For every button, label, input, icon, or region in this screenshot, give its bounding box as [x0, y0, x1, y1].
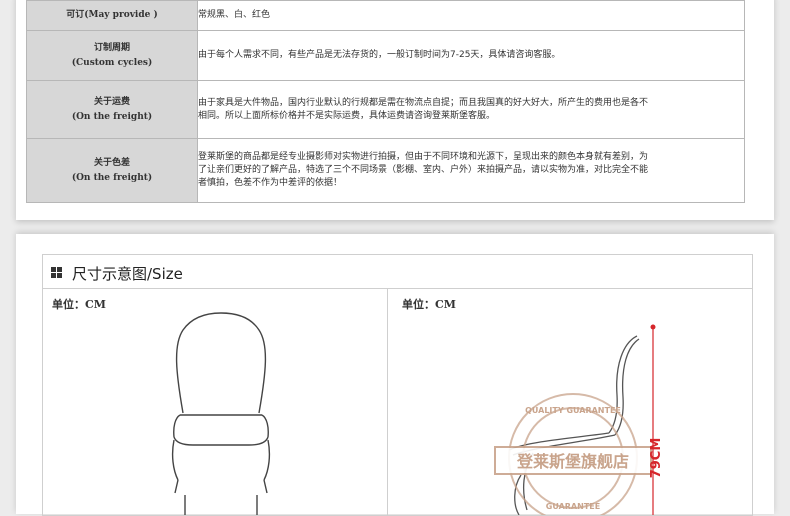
- info-row-custom-cycles: 订制周期 (Custom cycles) 由于每个人需求不同，有些产品是无法存货的…: [26, 30, 745, 81]
- height-label: 79CM: [649, 438, 664, 479]
- label-cn: 关于色差: [93, 157, 130, 168]
- info-row-may-provide: 可订(May provide ) 常规黑、白、红色: [26, 0, 745, 31]
- size-panel: 尺寸示意图/Size 单位：CM 单位：CM 登莱斯堡旗舰店 QUALITY G…: [42, 254, 753, 516]
- row-value: 由于家具是大件物品，国内行业默认的行规都是需在物流点自提；而且我国真的好大好大，…: [197, 80, 745, 139]
- info-row-freight: 关于运费 (On the freight) 由于家具是大件物品，国内行业默认的行规…: [26, 80, 745, 139]
- watermark-ring-bottom: GUARANTEE: [546, 502, 600, 511]
- row-value: 由于每个人需求不同，有些产品是无法存货的，一般订制时间为7-25天，具体请咨询客…: [197, 30, 745, 81]
- watermark-text: 登莱斯堡旗舰店: [516, 452, 629, 471]
- row-label: 订制周期 (Custom cycles): [26, 30, 198, 81]
- label-cn: 关于运费: [93, 96, 130, 107]
- info-row-color-difference: 关于色差 (On the freight) 登莱斯堡的商品都是经专业摄影师对实物进…: [26, 138, 745, 203]
- height-dimension-line: [650, 324, 656, 515]
- value-line: 登莱斯堡的商品都是经专业摄影师对实物进行拍摄，但由于不同环境和光源下，呈现出来的…: [198, 152, 649, 162]
- value-line: 者慎拍，色差不作为中差评的依据！: [198, 178, 343, 188]
- row-label: 可订(May provide ): [26, 0, 198, 31]
- value-line: 常规黑、白、红色: [198, 10, 271, 20]
- value-line: 由于每个人需求不同，有些产品是无法存货的，一般订制时间为7-25天，具体请咨询客…: [198, 50, 561, 60]
- row-value: 登莱斯堡的商品都是经专业摄影师对实物进行拍摄，但由于不同环境和光源下，呈现出来的…: [197, 138, 745, 203]
- row-value: 常规黑、白、红色: [197, 0, 745, 31]
- chair-side-view: [508, 335, 640, 515]
- label-en: (Custom cycles): [71, 57, 153, 68]
- label-en: (May provide ): [84, 10, 158, 20]
- value-line: 了让亲们更好的了解产品，特选了三个不同场景（影棚、室内、户外）来拍摄产品，请以实…: [198, 165, 649, 175]
- label-cn: 可订: [66, 10, 85, 20]
- watermark-ring-top: QUALITY GUARANTEE: [525, 406, 621, 415]
- product-info-table: 可订(May provide ) 常规黑、白、红色 订制周期 (Custom cy…: [26, 0, 745, 203]
- label-en: (On the freight): [71, 111, 153, 122]
- label-cn: 订制周期: [93, 42, 130, 53]
- row-label: 关于运费 (On the freight): [26, 80, 198, 139]
- label-en: (On the freight): [71, 172, 153, 183]
- row-label: 关于色差 (On the freight): [26, 138, 198, 203]
- chair-front-view: [171, 312, 271, 515]
- chair-drawings: 登莱斯堡旗舰店 QUALITY GUARANTEE GUARANTEE 79CM: [171, 312, 664, 515]
- value-line: 由于家具是大件物品，国内行业默认的行规都是需在物流点自提；而且我国真的好大好大，…: [198, 97, 649, 108]
- size-diagram-card: 尺寸示意图/Size 单位：CM 单位：CM 登莱斯堡旗舰店 QUALITY G…: [16, 234, 774, 516]
- value-line: 相同。所以上面所标价格并不是实际运费，具体运费请咨询登莱斯堡客服。: [198, 110, 496, 121]
